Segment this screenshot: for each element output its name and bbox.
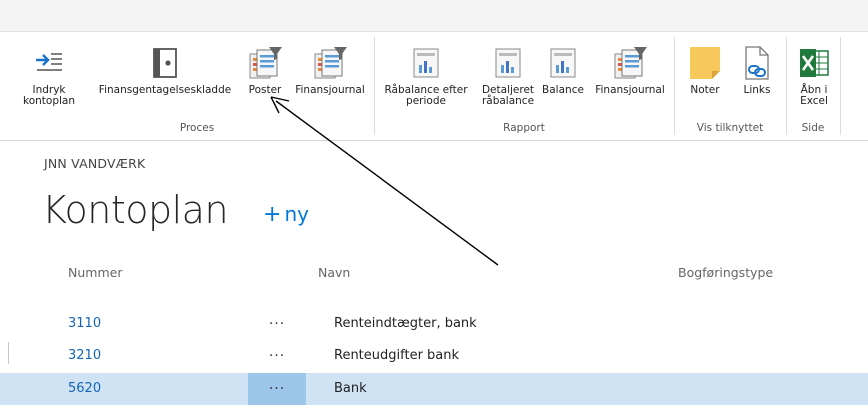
- account-number-link[interactable]: 3210: [68, 348, 101, 363]
- button-label: Detaljeret råbalance: [481, 84, 535, 107]
- table-row[interactable]: 3210 ··· Renteudgifter bank: [0, 340, 868, 372]
- group-label-page: Side: [801, 122, 825, 134]
- top-bar: [0, 0, 868, 32]
- recurring-journal-button[interactable]: Finansgentagelseskladde: [92, 43, 238, 127]
- detail-trial-balance-button[interactable]: Detaljeret råbalance: [478, 43, 538, 127]
- chart-report-icon: [488, 43, 528, 83]
- filter-report-icon: [310, 43, 350, 83]
- company-name: JNN VANDVÆRK: [44, 156, 146, 171]
- account-name: Renteindtægter, bank: [334, 316, 477, 331]
- column-header-name[interactable]: Navn: [318, 265, 350, 280]
- row-actions-button[interactable]: ···: [248, 340, 306, 372]
- row-actions-button[interactable]: ···: [248, 373, 306, 405]
- button-label: Poster: [248, 84, 282, 96]
- open-in-excel-button[interactable]: Åbn i Excel: [792, 43, 836, 127]
- button-label: Åbn i Excel: [800, 84, 828, 107]
- entries-button[interactable]: Poster: [242, 43, 288, 127]
- group-label-related: Vis tilknyttet: [696, 122, 764, 134]
- button-label: Finansgentagelseskladde: [98, 84, 232, 96]
- button-label: Indryk kontoplan: [23, 84, 75, 107]
- gl-register-button[interactable]: Finansjournal: [290, 43, 370, 127]
- button-label: Balance: [542, 84, 584, 96]
- notes-button[interactable]: Noter: [682, 43, 728, 127]
- button-label: Finansjournal: [595, 84, 665, 96]
- group-label-process: Proces: [179, 122, 215, 134]
- group-separator: [674, 37, 675, 135]
- chart-report-icon: [543, 43, 583, 83]
- link-document-icon: [737, 43, 777, 83]
- group-label-report: Rapport: [503, 122, 545, 134]
- filter-report-icon: [610, 43, 650, 83]
- book-icon: [145, 43, 185, 83]
- button-label: Links: [743, 84, 771, 96]
- new-button[interactable]: + ny: [263, 202, 309, 227]
- button-label: Noter: [690, 84, 720, 96]
- account-name: Bank: [334, 381, 367, 396]
- indent-list-icon: [29, 43, 69, 83]
- account-number-link[interactable]: 3110: [68, 316, 101, 331]
- row-actions-button[interactable]: ···: [248, 308, 306, 340]
- account-name: Renteudgifter bank: [334, 348, 460, 363]
- button-label: Råbalance efter periode: [384, 84, 468, 107]
- column-header-posting-type[interactable]: Bogføringstype: [678, 265, 773, 280]
- table-row-selected[interactable]: 5620 ··· Bank: [0, 373, 868, 405]
- indent-chart-of-accounts-button[interactable]: Indryk kontoplan: [23, 43, 75, 127]
- balance-button[interactable]: Balance: [540, 43, 586, 127]
- new-button-label: ny: [284, 202, 309, 226]
- trial-balance-by-period-button[interactable]: Råbalance efter periode: [380, 43, 472, 127]
- ribbon: Indryk kontoplan Finansgentagelseskladde: [0, 33, 868, 141]
- column-header-number[interactable]: Nummer: [68, 265, 122, 280]
- links-button[interactable]: Links: [734, 43, 780, 127]
- table-row[interactable]: 3110 ··· Renteindtægter, bank: [0, 308, 868, 340]
- chart-report-icon: [406, 43, 446, 83]
- group-separator: [374, 37, 375, 135]
- button-label: Finansjournal: [295, 84, 365, 96]
- filter-report-icon: [245, 43, 285, 83]
- group-separator: [840, 37, 841, 135]
- account-number-link[interactable]: 5620: [68, 381, 101, 396]
- group-separator: [786, 37, 787, 135]
- excel-icon: [794, 43, 834, 83]
- sticky-note-icon: [685, 43, 725, 83]
- plus-icon: +: [263, 202, 282, 227]
- gl-journal-report-button[interactable]: Finansjournal: [590, 43, 670, 127]
- page-title: Kontoplan: [42, 188, 229, 232]
